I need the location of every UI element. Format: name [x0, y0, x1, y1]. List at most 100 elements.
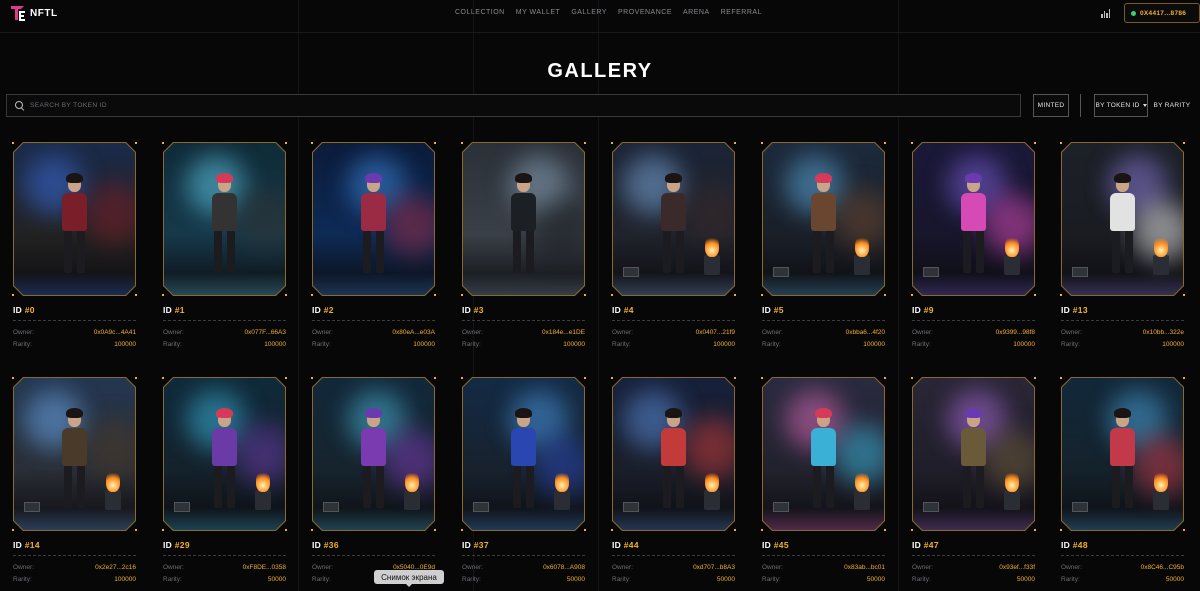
- owner-address[interactable]: 0x8C46...C95b: [1141, 564, 1184, 571]
- owner-address[interactable]: 0xbba6...4f20: [846, 329, 885, 336]
- owner-address[interactable]: 0x184e...e1DE: [542, 329, 585, 336]
- nft-card[interactable]: ID #0 Owner: 0x0A9c...4A41 Rarity: 100000: [12, 142, 137, 357]
- nft-card[interactable]: ID #29 Owner: 0xF8DE...0358 Rarity: 50000: [162, 377, 287, 591]
- rarity-value: 100000: [114, 341, 136, 348]
- owner-row: Owner: 0x6078...A908: [462, 564, 585, 571]
- owner-row: Owner: 0x9399...98f8: [912, 329, 1035, 336]
- owner-label: Owner:: [912, 329, 933, 336]
- rarity-label: Rarity:: [612, 341, 631, 348]
- nft-card[interactable]: ID #1 Owner: 0x077F...66A3 Rarity: 100000: [162, 142, 287, 357]
- rarity-label: Rarity:: [1061, 341, 1080, 348]
- top-navigation-bar: NFTL COLLECTION MY WALLET GALLERY PROVEN…: [0, 0, 1200, 28]
- owner-address[interactable]: 0x077F...66A3: [244, 329, 286, 336]
- nft-card[interactable]: ID #36Owner:0x5040...0E9dRarity:50000: [311, 377, 436, 591]
- owner-address[interactable]: 0x93ef...f33f: [999, 564, 1035, 571]
- card-divider: [1061, 320, 1184, 321]
- nft-card[interactable]: ID #44 Owner: 0xd707...b8A3 Rarity: 50000: [611, 377, 736, 591]
- nft-card[interactable]: ID #14 Owner: 0x2e27...2c16 Rarity: 100000: [12, 377, 137, 591]
- card-divider: [612, 555, 735, 556]
- nav-item-collection[interactable]: COLLECTION: [455, 9, 505, 16]
- owner-address[interactable]: 0x10bb...322e: [1143, 329, 1184, 336]
- search-icon: [15, 101, 24, 110]
- nav-item-gallery[interactable]: GALLERY: [571, 9, 607, 16]
- nft-artwork[interactable]: [613, 378, 734, 530]
- nft-artwork[interactable]: [463, 143, 584, 295]
- rarity-row: Rarity: 100000: [13, 576, 136, 583]
- owner-address[interactable]: 0x9399...98f8: [996, 329, 1035, 336]
- logo[interactable]: NFTL: [10, 4, 58, 22]
- nft-card[interactable]: ID #45 Owner: 0x83ab...bc01 Rarity: 50000: [761, 377, 886, 591]
- card-divider: [163, 320, 286, 321]
- rarity-value: 50000: [566, 576, 585, 583]
- nft-card[interactable]: ID #47 Owner: 0x93ef...f33f Rarity: 50000: [911, 377, 1036, 591]
- nav-item-my-wallet[interactable]: MY WALLET: [516, 9, 561, 16]
- owner-address[interactable]: 0x0407...21f9: [696, 329, 735, 336]
- rarity-row: Rarity: 100000: [13, 341, 136, 348]
- nft-artwork[interactable]: [763, 378, 884, 530]
- owner-row: Owner: 0xd707...b8A3: [612, 564, 735, 571]
- owner-row: Owner: 0x184e...e1DE: [462, 329, 585, 336]
- bar-chart-icon[interactable]: [1101, 9, 1110, 18]
- nft-artwork[interactable]: [164, 378, 285, 530]
- nft-artwork[interactable]: [1062, 143, 1183, 295]
- rarity-label: Rarity:: [13, 576, 32, 583]
- rarity-value: 100000: [114, 576, 136, 583]
- owner-address[interactable]: 0xd707...b8A3: [693, 564, 735, 571]
- token-id: ID #3: [462, 305, 484, 315]
- sort-by-rarity-button[interactable]: BY RARITY: [1152, 94, 1192, 117]
- nft-card[interactable]: ID #5 Owner: 0xbba6...4f20 Rarity: 100000: [761, 142, 886, 357]
- nft-card[interactable]: ID #37 Owner: 0x6078...A908 Rarity: 50000: [461, 377, 586, 591]
- nft-artwork[interactable]: [913, 378, 1034, 530]
- rarity-value: 100000: [264, 341, 286, 348]
- rarity-label: Rarity:: [1061, 576, 1080, 583]
- wallet-button[interactable]: 0X4417...8786: [1124, 3, 1200, 23]
- owner-address[interactable]: 0x2e27...2c16: [95, 564, 136, 571]
- rarity-label: Rarity:: [912, 576, 931, 583]
- chevron-down-icon: [1142, 104, 1147, 107]
- card-divider: [312, 555, 435, 556]
- rarity-row: Rarity: 100000: [462, 341, 585, 348]
- nft-artwork[interactable]: [463, 378, 584, 530]
- sort-by-token-id-dropdown[interactable]: BY TOKEN ID: [1094, 94, 1148, 117]
- minted-filter-button[interactable]: MINTED: [1033, 94, 1069, 117]
- nav-item-provenance[interactable]: PROVENANCE: [618, 9, 672, 16]
- token-id: ID #29: [163, 540, 190, 550]
- nft-artwork[interactable]: [14, 378, 135, 530]
- owner-row: Owner: 0x10bb...322e: [1061, 329, 1184, 336]
- rarity-value: 100000: [563, 341, 585, 348]
- nft-artwork[interactable]: [1062, 378, 1183, 530]
- owner-label: Owner:: [762, 564, 783, 571]
- nft-artwork[interactable]: [14, 143, 135, 295]
- header-divider: [0, 32, 1200, 33]
- search-bar[interactable]: [6, 94, 1021, 117]
- nft-artwork[interactable]: [313, 378, 434, 530]
- token-id: ID #48: [1061, 540, 1088, 550]
- nft-card[interactable]: ID #3 Owner: 0x184e...e1DE Rarity: 100000: [461, 142, 586, 357]
- owner-label: Owner:: [163, 329, 184, 336]
- owner-address[interactable]: 0x0A9c...4A41: [94, 329, 136, 336]
- nft-card[interactable]: ID #48 Owner: 0x8C46...C95b Rarity: 50000: [1060, 377, 1185, 591]
- nft-card[interactable]: ID #9 Owner: 0x9399...98f8 Rarity: 100000: [911, 142, 1036, 357]
- token-id: ID #0: [13, 305, 35, 315]
- rarity-value: 100000: [1013, 341, 1035, 348]
- nav-item-arena[interactable]: ARENA: [683, 9, 710, 16]
- nft-card[interactable]: ID #13 Owner: 0x10bb...322e Rarity: 100000: [1060, 142, 1185, 357]
- owner-address[interactable]: 0xF8DE...0358: [243, 564, 286, 571]
- owner-address[interactable]: 0x83ab...bc01: [844, 564, 885, 571]
- nav-item-referral[interactable]: REFERRAL: [721, 9, 762, 16]
- nft-card[interactable]: ID #2 Owner: 0x80eA...e03A Rarity: 100000: [311, 142, 436, 357]
- card-divider: [612, 320, 735, 321]
- owner-address[interactable]: 0x6078...A908: [543, 564, 585, 571]
- owner-row: Owner: 0xF8DE...0358: [163, 564, 286, 571]
- nft-artwork[interactable]: [913, 143, 1034, 295]
- owner-address[interactable]: 0x80eA...e03A: [392, 329, 435, 336]
- nft-artwork[interactable]: [613, 143, 734, 295]
- nft-artwork[interactable]: [313, 143, 434, 295]
- search-input[interactable]: [30, 102, 930, 109]
- rarity-row: Rarity: 100000: [312, 341, 435, 348]
- rarity-row: Rarity: 100000: [762, 341, 885, 348]
- owner-row: Owner: 0xbba6...4f20: [762, 329, 885, 336]
- nft-card[interactable]: ID #4 Owner: 0x0407...21f9 Rarity: 100000: [611, 142, 736, 357]
- nft-artwork[interactable]: [763, 143, 884, 295]
- nft-artwork[interactable]: [164, 143, 285, 295]
